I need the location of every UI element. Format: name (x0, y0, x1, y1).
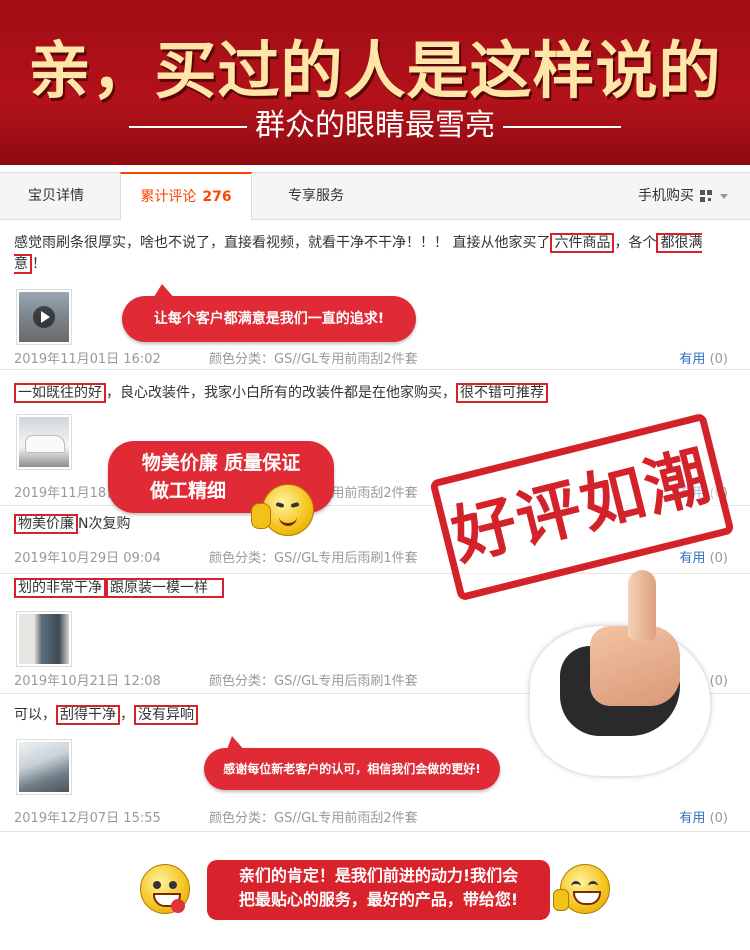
tab-mobile-buy[interactable]: 手机购买 (638, 173, 728, 219)
review-text-part: N次复购 (78, 516, 131, 532)
useful-count: (0) (709, 811, 728, 826)
review-meta: 2019年10月29日 09:04 颜色分类：GS//GL专用后雨刷1件套 (14, 547, 418, 566)
review-text: 感觉雨刷条很厚实，啥也不说了，直接看视频，就看干净不干净！！！ 直接从他家买了六… (14, 233, 734, 275)
review-date: 2019年10月29日 09:04 (14, 551, 161, 566)
review-meta: 2019年10月21日 12:08 颜色分类：GS//GL专用后雨刷1件套 (14, 670, 418, 689)
review-date: 2019年12月07日 15:55 (14, 811, 161, 826)
bubble-text: 感谢每位新老客户的认可，相信我们会做的更好! (223, 762, 481, 776)
banner-subtitle-text: 群众的眼睛最雪亮 (255, 108, 495, 143)
banner-subtitle: 群众的眼睛最雪亮 (0, 100, 750, 144)
banner-title: 亲，买过的人是这样说的 (28, 34, 722, 107)
review-image (19, 742, 69, 792)
review-image (19, 417, 69, 467)
useful-label: 有用 (679, 352, 706, 367)
divider-line (129, 125, 247, 128)
review-text-part: ，良心改装件，我家小白所有的改装件都是在他家购买， (106, 385, 456, 401)
smiley-thumbs-up-icon (251, 484, 314, 536)
review-text: 物美价廉 N次复购 (14, 514, 130, 535)
review-text-part: ，各个 (614, 235, 657, 251)
tab-reviews[interactable]: 累计评论 276 (120, 172, 252, 220)
review-text-part: 感觉雨刷条很厚实，啥也不说了，直接看视频，就看干净不干净！！！ 直接从他家买了 (14, 235, 551, 251)
review-sku: 颜色分类：GS//GL专用后雨刷1件套 (209, 674, 418, 689)
review-count: 276 (202, 189, 232, 205)
useful-button[interactable]: 有用 (0) (679, 348, 728, 367)
tab-service[interactable]: 专享服务 (288, 173, 344, 219)
mobile-buy-label: 手机购买 (638, 188, 694, 204)
highlight-text: 没有异响 (134, 705, 198, 725)
review-video-thumbnail[interactable] (16, 289, 72, 345)
smiley-thumbs-up-icon (553, 864, 610, 914)
bubble-text: 让每个客户都满意是我们一直的追求! (153, 311, 385, 327)
highlight-text: 六件商品 (550, 233, 615, 253)
review-meta: 2019年11月18日 颜色分类：GS//GL专用前雨刮2件套 (14, 482, 418, 501)
useful-label: 有用 (679, 551, 706, 566)
highlight-text: 划的非常干净 (14, 578, 106, 598)
useful-button[interactable]: 有用 (0) (679, 807, 728, 826)
review-image (19, 292, 69, 342)
review-text: 划的非常干净 跟原装一模一样 (14, 578, 224, 599)
speech-bubble: 让每个客户都满意是我们一直的追求! (122, 284, 416, 342)
divider-line (503, 125, 621, 128)
play-icon (33, 306, 55, 328)
tab-item-detail[interactable]: 宝贝详情 (28, 173, 84, 219)
review-thumbnail[interactable] (16, 611, 72, 667)
footer-line2: 把最贴心的服务，最好的产品，带给您! (238, 890, 519, 909)
useful-count: (0) (709, 551, 728, 566)
highlight-text: 很不错可推荐 (456, 383, 548, 403)
highlight-text: 一如既往的好 (14, 383, 106, 403)
review-sku: 颜色分类：GS//GL专用后雨刷1件套 (209, 551, 418, 566)
review-thumbnail[interactable] (16, 414, 72, 470)
review-image (19, 614, 69, 664)
review-text: 一如既往的好 ，良心改装件，我家小白所有的改装件都是在他家购买， 很不错可推荐 (14, 383, 548, 404)
useful-label: 有用 (679, 811, 706, 826)
smiley-flower-icon (140, 864, 190, 914)
header-banner: 亲，买过的人是这样说的 群众的眼睛最雪亮 (0, 0, 750, 165)
review-text-part: 可以， (14, 707, 56, 723)
review-thumbnail[interactable] (16, 739, 72, 795)
chevron-down-icon (720, 193, 728, 199)
review-date: 2019年10月21日 12:08 (14, 674, 161, 689)
speech-bubble: 感谢每位新老客户的认可，相信我们会做的更好! (204, 736, 500, 790)
review-text-part: ！ (32, 256, 46, 272)
review-sku: 颜色分类：GS//GL专用前雨刮2件套 (209, 811, 418, 826)
highlight-text: 物美价廉 (14, 514, 78, 534)
review-sku: 颜色分类：GS//GL专用前雨刮2件套 (209, 352, 418, 367)
bubble-text-line1: 物美价廉 质量保证 (141, 452, 301, 474)
review-meta: 2019年11月01日 16:02 颜色分类：GS//GL专用前雨刮2件套 (14, 348, 418, 367)
review-text-part: ， (120, 707, 134, 723)
review-item: 感觉雨刷条很厚实，啥也不说了，直接看视频，就看干净不干净！！！ 直接从他家买了六… (0, 219, 750, 370)
review-text: 可以， 刮得干净，没有异响 (14, 705, 198, 726)
review-date: 2019年11月18日 (14, 486, 120, 501)
footer-line1: 亲们的肯定！是我们前进的动力!我们会 (238, 866, 519, 885)
footer-message: 亲们的肯定！是我们前进的动力!我们会 把最贴心的服务，最好的产品，带给您! (207, 860, 550, 920)
highlight-text: 跟原装一模一样 (106, 578, 224, 598)
review-date: 2019年11月01日 16:02 (14, 352, 161, 367)
useful-count: (0) (709, 352, 728, 367)
useful-button[interactable]: 有用 (0) (679, 547, 728, 566)
qr-code-icon (700, 190, 712, 202)
tab-bar: 宝贝详情 累计评论 276 专享服务 手机购买 (0, 172, 750, 220)
review-meta: 2019年12月07日 15:55 颜色分类：GS//GL专用前雨刮2件套 (14, 807, 418, 826)
tab-reviews-label: 累计评论 (140, 189, 197, 205)
thumbs-up-hand-icon (520, 566, 720, 786)
highlight-text: 刮得干净 (56, 705, 120, 725)
